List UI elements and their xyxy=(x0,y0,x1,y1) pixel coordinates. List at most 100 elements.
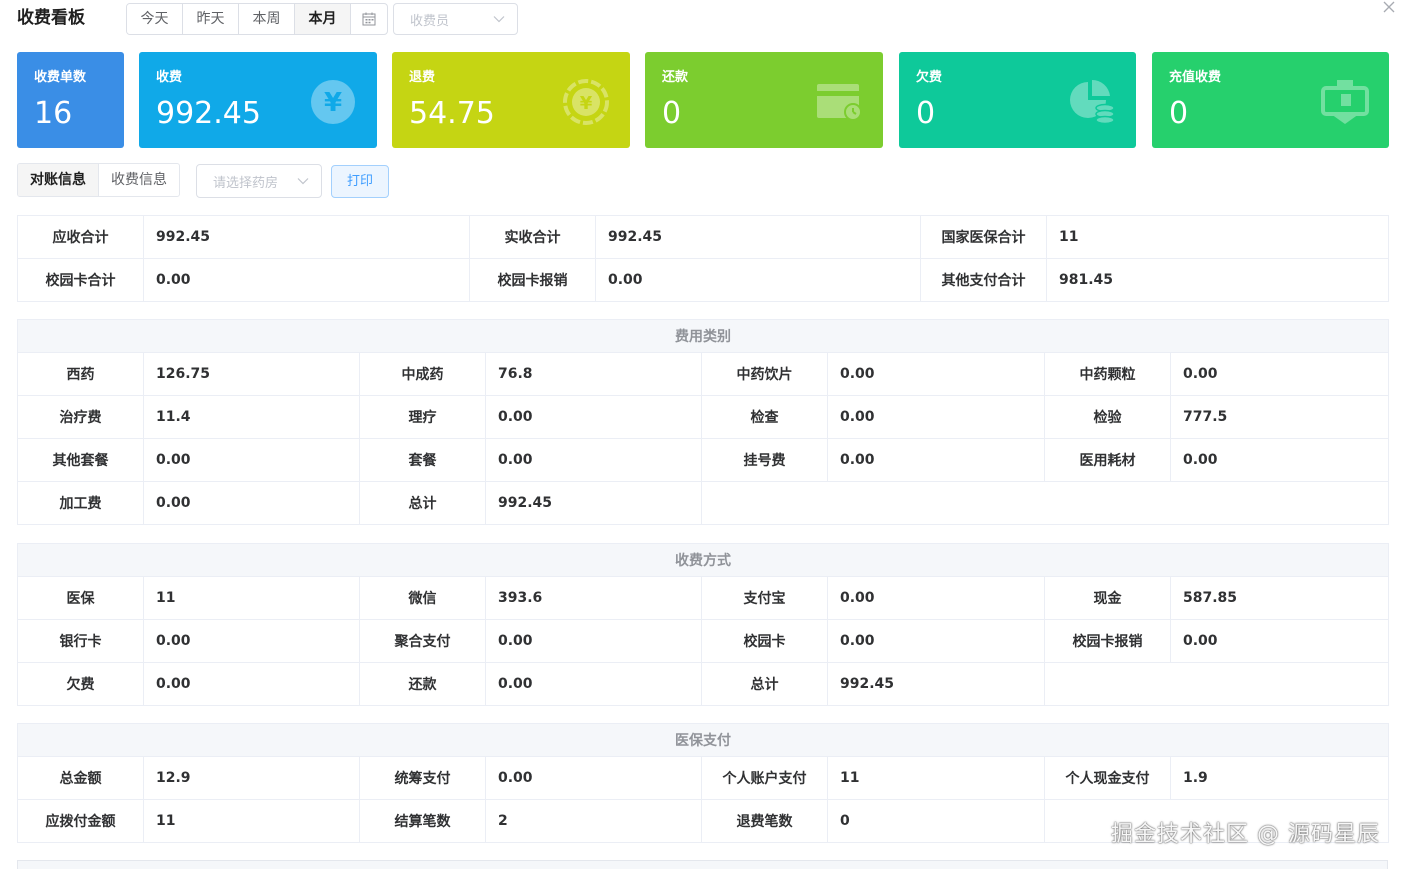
table-row: 治疗费 11.4 理疗 0.00 检查 0.00 检验 777.5 xyxy=(17,395,1389,439)
cell-label: 校园卡 xyxy=(701,619,828,663)
svg-text:¥: ¥ xyxy=(324,88,342,118)
table-row: 其他套餐 0.00 套餐 0.00 挂号费 0.00 医用耗材 0.00 xyxy=(17,438,1389,482)
cell-label: 检查 xyxy=(701,395,828,439)
card-label: 收费 xyxy=(156,70,183,85)
cell-value: 0.00 xyxy=(143,481,360,525)
table-row: 总金额 12.9 统筹支付 0.00 个人账户支付 11 个人现金支付 1.9 xyxy=(17,756,1389,800)
cell-label: 套餐 xyxy=(359,438,486,482)
cell-value: 11.4 xyxy=(143,395,360,439)
wallet-icon xyxy=(817,84,862,121)
cell-value: 11 xyxy=(143,576,360,620)
cell-label: 国家医保合计 xyxy=(920,215,1047,259)
cell-label: 加工费 xyxy=(17,481,144,525)
cell-label: 校园卡报销 xyxy=(1044,619,1171,663)
watermark: 掘金技术社区 @ 源码星辰 xyxy=(1111,822,1380,847)
table-row: 银行卡 0.00 聚合支付 0.00 校园卡 0.00 校园卡报销 0.00 xyxy=(17,619,1389,663)
card-repayment[interactable]: 还款 0 xyxy=(645,52,883,148)
card-refund[interactable]: 退费 54.75 ¥ xyxy=(392,52,630,148)
cell-label: 应收合计 xyxy=(17,215,144,259)
cell-value: 0.00 xyxy=(1170,352,1389,396)
cell-value: 0.00 xyxy=(143,619,360,663)
cell-label: 统筹支付 xyxy=(359,756,486,800)
gift-card-icon xyxy=(1321,80,1369,124)
range-this-week-button[interactable]: 本周 xyxy=(239,4,295,34)
cell-value: 0 xyxy=(827,799,1045,843)
cell-label: 中药饮片 xyxy=(701,352,828,396)
card-charge-count[interactable]: 收费单数 16 xyxy=(17,52,124,148)
table-row: 欠费 0.00 还款 0.00 总计 992.45 xyxy=(17,662,1389,706)
table-row: 应收合计 992.45 实收合计 992.45 国家医保合计 11 xyxy=(17,215,1389,259)
reconciliation-table: 应收合计 992.45 实收合计 992.45 国家医保合计 11 校园卡合计 … xyxy=(17,215,1389,302)
card-recharge[interactable]: 充值收费 0 xyxy=(1152,52,1389,148)
chevron-down-icon xyxy=(297,178,309,185)
cell-label: 应拨付金额 xyxy=(17,799,144,843)
calendar-button[interactable] xyxy=(351,4,387,34)
cell-label: 退费笔数 xyxy=(701,799,828,843)
range-yesterday-button[interactable]: 昨天 xyxy=(183,4,239,34)
chevron-down-icon xyxy=(493,16,505,23)
cell-label: 实收合计 xyxy=(469,215,596,259)
card-label: 收费单数 xyxy=(34,70,87,85)
cell-value: 0.00 xyxy=(827,395,1045,439)
cell-value: 981.45 xyxy=(1046,258,1389,302)
cell-label: 聚合支付 xyxy=(359,619,486,663)
cell-label: 结算笔数 xyxy=(359,799,486,843)
cell-label: 其他支付合计 xyxy=(920,258,1047,302)
table-row: 校园卡合计 0.00 校园卡报销 0.00 其他支付合计 981.45 xyxy=(17,258,1389,302)
cell-value: 393.6 xyxy=(485,576,702,620)
cell-value: 0.00 xyxy=(485,619,702,663)
pharmacy-select[interactable]: 请选择药房 xyxy=(196,164,322,198)
cell-label: 支付宝 xyxy=(701,576,828,620)
range-today-button[interactable]: 今天 xyxy=(127,4,183,34)
cell-value: 0.00 xyxy=(827,619,1045,663)
cell-label: 校园卡报销 xyxy=(469,258,596,302)
cell-value: 76.8 xyxy=(485,352,702,396)
cashier-select[interactable]: 收费员 xyxy=(393,3,518,35)
card-value: 0 xyxy=(916,96,936,131)
cell-value: 0.00 xyxy=(143,438,360,482)
cell-value: 0.00 xyxy=(485,662,702,706)
info-tabs: 对账信息 收费信息 xyxy=(17,163,180,197)
cell-label: 治疗费 xyxy=(17,395,144,439)
cell-label: 中药颗粒 xyxy=(1044,352,1171,396)
close-icon[interactable] xyxy=(1382,0,1396,14)
cell-value: 992.45 xyxy=(595,215,921,259)
cell-label: 个人账户支付 xyxy=(701,756,828,800)
table-row: 医保 11 微信 393.6 支付宝 0.00 现金 587.85 xyxy=(17,576,1389,620)
cell-value: 0.00 xyxy=(1170,619,1389,663)
cell-label: 挂号费 xyxy=(701,438,828,482)
fee-category-table: 费用类别 西药 126.75 中成药 76.8 中药饮片 0.00 中药颗粒 0… xyxy=(17,319,1389,525)
cell-value: 0.00 xyxy=(827,576,1045,620)
cell-value: 0.00 xyxy=(595,258,921,302)
cell-label: 总计 xyxy=(701,662,828,706)
print-button[interactable]: 打印 xyxy=(331,165,389,198)
card-value: 54.75 xyxy=(409,96,495,131)
cell-label: 还款 xyxy=(359,662,486,706)
card-label: 退费 xyxy=(409,70,436,85)
cell-label: 医用耗材 xyxy=(1044,438,1171,482)
tab-charge-info[interactable]: 收费信息 xyxy=(99,164,179,196)
card-label: 欠费 xyxy=(916,70,943,85)
section-title: 收费方式 xyxy=(17,543,1389,577)
cell-value: 587.85 xyxy=(1170,576,1389,620)
cell-value: 992.45 xyxy=(827,662,1045,706)
card-arrears[interactable]: 欠费 0 xyxy=(899,52,1136,148)
card-value: 0 xyxy=(1169,96,1189,131)
range-this-month-button[interactable]: 本月 xyxy=(295,4,351,34)
cell-value: 777.5 xyxy=(1170,395,1389,439)
cell-value: 0.00 xyxy=(827,352,1045,396)
cell-label: 银行卡 xyxy=(17,619,144,663)
cell-value: 0.00 xyxy=(143,662,360,706)
date-range-group: 今天 昨天 本周 本月 xyxy=(126,3,388,35)
card-charge[interactable]: 收费 992.45 ¥ xyxy=(139,52,377,148)
card-value: 0 xyxy=(662,96,682,131)
pie-coins-icon xyxy=(1070,79,1115,125)
tab-reconciliation[interactable]: 对账信息 xyxy=(18,164,99,196)
cell-label: 中成药 xyxy=(359,352,486,396)
table-row: 加工费 0.00 总计 992.45 xyxy=(17,481,1389,525)
cell-label: 理疗 xyxy=(359,395,486,439)
cell-label: 检验 xyxy=(1044,395,1171,439)
empty-cell xyxy=(1044,662,1389,706)
cell-value: 0.00 xyxy=(485,395,702,439)
cell-label: 校园卡合计 xyxy=(17,258,144,302)
